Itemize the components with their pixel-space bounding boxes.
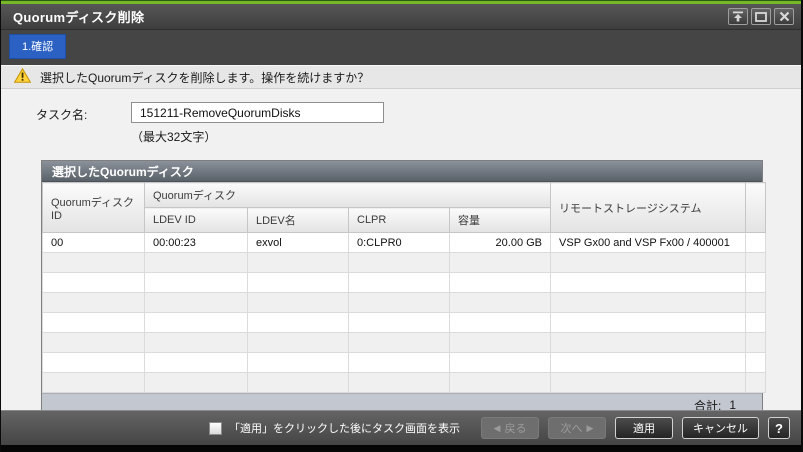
col-header-quorum-disk-id: QuorumディスクID	[42, 182, 145, 233]
cell-quorum-disk-id: 00	[42, 232, 145, 253]
next-arrow-icon: ▶	[586, 422, 594, 433]
cell-remote-storage-system: VSP Gx00 and VSP Fx00 / 400001	[550, 232, 747, 253]
rollup-icon	[732, 11, 744, 22]
window-controls	[728, 8, 794, 25]
dialog-title: Quorumディスク削除	[13, 10, 145, 25]
empty-table-row	[42, 332, 767, 353]
cell-spacer	[745, 232, 767, 253]
col-header-ldev-id: LDEV ID	[144, 207, 248, 233]
quorum-disks-table: QuorumディスクID Quorumディスク リモートストレージシステム LD…	[42, 182, 767, 393]
empty-table-row	[42, 292, 767, 313]
cell-capacity: 20.00 GB	[448, 232, 552, 253]
wizard-step-bar: 1.確認	[1, 30, 801, 65]
dialog-bottom-edge	[1, 445, 801, 452]
close-icon	[779, 11, 790, 22]
dialog-content: 選択したQuorumディスクを削除します。操作を続けますか？ タスク名: （最大…	[1, 65, 801, 417]
rollup-button[interactable]	[728, 8, 748, 25]
show-task-screen-label: 「適用」をクリックした後にタスク画面を表示	[229, 423, 460, 435]
dialog-titlebar: Quorumディスク削除	[1, 4, 801, 30]
maximize-icon	[755, 11, 767, 22]
selected-quorum-disks-panel: 選択したQuorumディスク QuorumディスクID Quorumディスク リ…	[41, 160, 767, 417]
step-tab-confirm: 1.確認	[9, 34, 67, 59]
col-group-header-quorum-disk: Quorumディスク	[143, 182, 552, 208]
maximize-button[interactable]	[751, 8, 771, 25]
next-button: 次へ ▶	[548, 417, 606, 439]
warning-icon	[13, 67, 32, 86]
col-header-capacity: 容量	[448, 207, 552, 233]
empty-table-row	[42, 252, 767, 273]
col-header-spacer	[745, 182, 767, 233]
back-button: ◀ 戻る	[481, 417, 539, 439]
help-button[interactable]: ?	[768, 417, 790, 439]
back-button-label: 戻る	[504, 423, 527, 435]
dialog-action-bar: 「適用」をクリックした後にタスク画面を表示 ◀ 戻る 次へ ▶ 適用 キャンセル…	[1, 410, 801, 445]
quorum-disk-delete-dialog: Quorumディスク削除 1.確認 選択したQuorumディスクを削除します。操…	[0, 0, 803, 452]
confirmation-message-strip: 選択したQuorumディスクを削除します。操作を続けますか？	[1, 65, 801, 89]
cell-clpr: 0:CLPR0	[348, 232, 450, 253]
cancel-button[interactable]: キャンセル	[682, 417, 759, 439]
task-name-hint: （最大32文字）	[131, 130, 217, 144]
cell-ldev-name: exvol	[247, 232, 349, 253]
task-name-input[interactable]	[131, 102, 384, 123]
cell-ldev-id: 00:00:23	[144, 232, 248, 253]
apply-button[interactable]: 適用	[615, 417, 673, 439]
col-header-clpr: CLPR	[348, 207, 450, 233]
next-button-label: 次へ	[560, 423, 583, 435]
back-arrow-icon: ◀	[493, 422, 501, 433]
show-task-screen-checkbox[interactable]	[209, 421, 222, 435]
empty-table-row	[42, 352, 767, 373]
show-task-screen-option: 「適用」をクリックした後にタスク画面を表示	[209, 420, 460, 436]
task-name-block: タスク名: （最大32文字）	[36, 102, 801, 145]
empty-table-row	[42, 312, 767, 333]
warning-message: 選択したQuorumディスクを削除します。操作を続けますか？	[40, 70, 370, 85]
panel-title: 選択したQuorumディスク	[42, 161, 762, 182]
empty-table-row	[42, 372, 767, 393]
close-button[interactable]	[774, 8, 794, 25]
col-header-ldev-name: LDEV名	[247, 207, 349, 233]
empty-table-row	[42, 272, 767, 293]
table-row[interactable]: 00 00:00:23 exvol 0:CLPR0 20.00 GB VSP G…	[42, 232, 767, 253]
task-name-label: タスク名:	[36, 108, 88, 122]
col-header-remote-storage-system: リモートストレージシステム	[550, 182, 747, 233]
